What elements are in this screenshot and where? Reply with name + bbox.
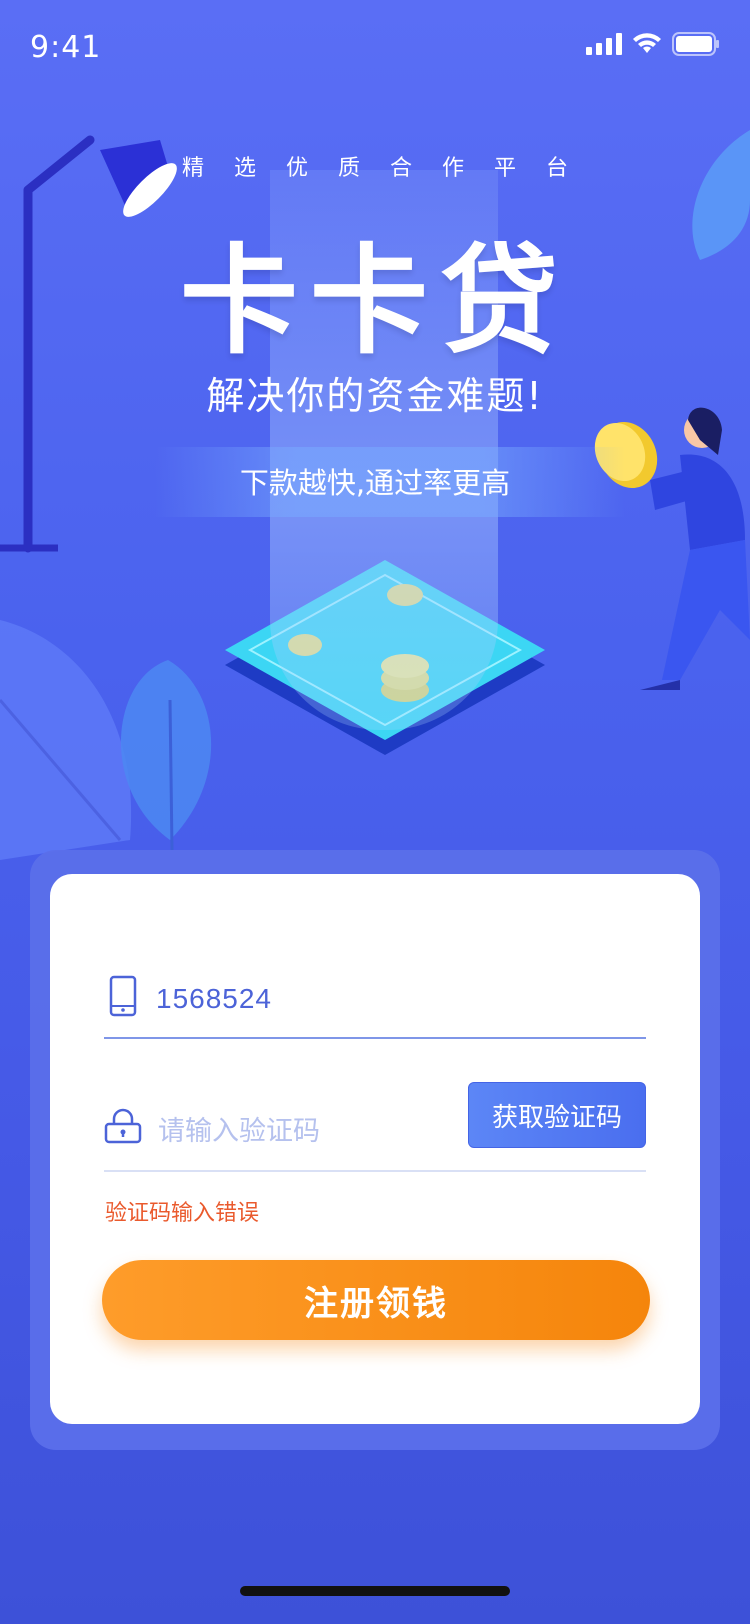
sub-slogan: 下款越快,通过率更高	[239, 466, 511, 500]
phone-value: 1568524	[156, 983, 273, 1014]
phone-icon	[109, 975, 137, 1017]
lock-icon	[104, 1108, 142, 1144]
register-button[interactable]: 注册领钱	[102, 1260, 650, 1340]
home-indicator[interactable]	[240, 1586, 510, 1596]
phone-field[interactable]: 1568524	[104, 975, 646, 1039]
code-input[interactable]	[156, 1110, 450, 1152]
error-message: 验证码输入错误	[105, 1201, 260, 1226]
tagline: 精选优质合作平台	[181, 156, 598, 181]
code-field-row: 获取验证码	[104, 1080, 646, 1172]
app-logo: 卡卡贷	[179, 232, 570, 370]
slogan: 解决你的资金难题!	[206, 374, 544, 418]
get-code-button[interactable]: 获取验证码	[468, 1082, 646, 1148]
